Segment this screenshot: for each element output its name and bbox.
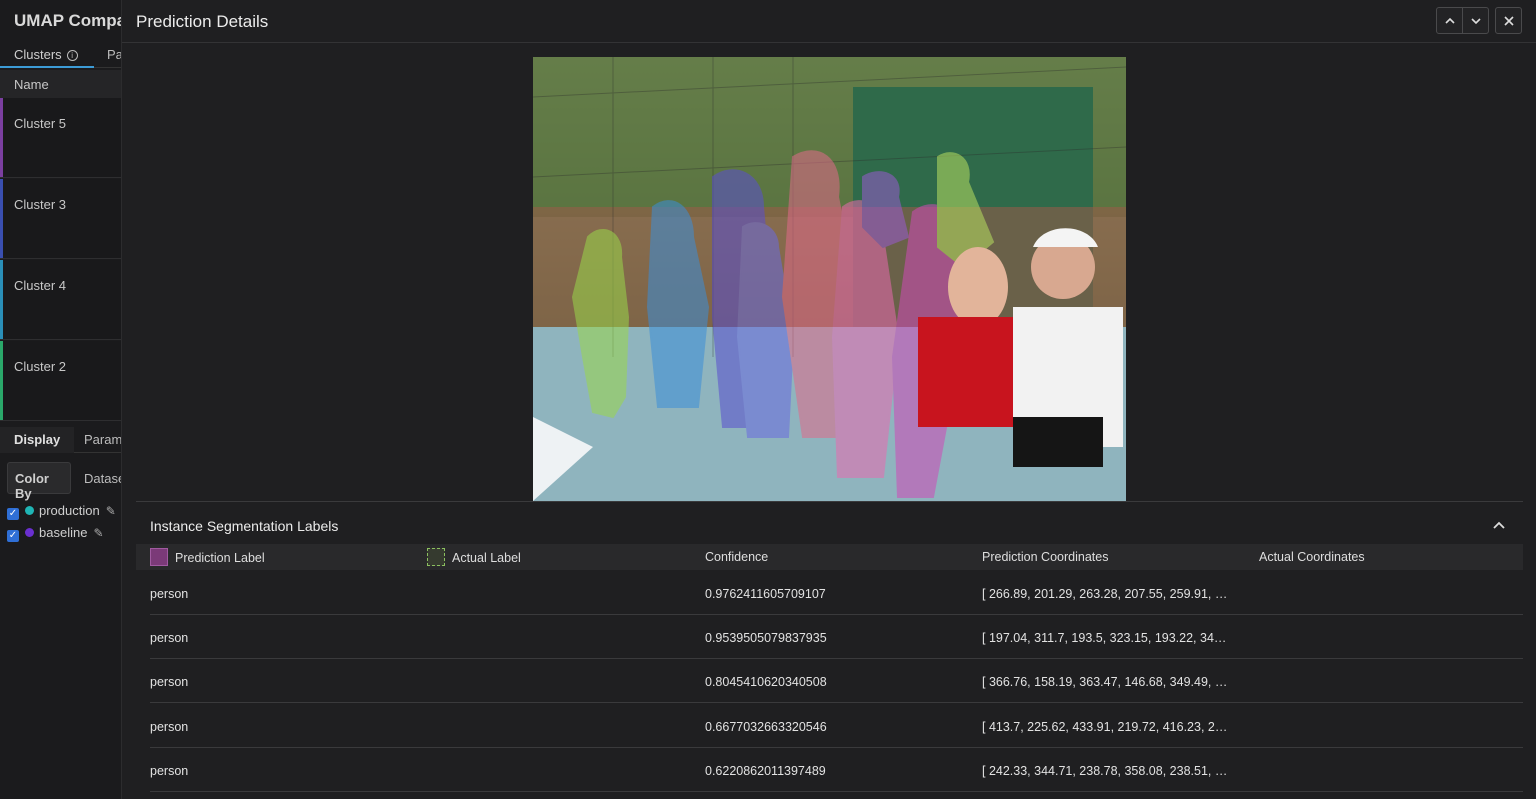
cluster-row[interactable]: Cluster 5 [0,98,121,178]
chevron-up-icon [1444,17,1455,24]
cluster-color-stripe [0,98,3,177]
cluster-color-stripe [0,260,3,339]
actual-swatch-icon [427,548,445,566]
confidence-cell: 0.9539505079837935 [705,631,827,645]
prediction-label-cell: person [150,720,189,734]
confidence-cell: 0.6220862011397489 [705,764,826,778]
prediction-label-cell: person [150,764,189,778]
header-actual-coordinates[interactable]: Actual Coordinates [1259,550,1365,564]
prediction-details-modal: Prediction Details Instance Segmentation… [121,0,1536,799]
table-row[interactable]: person 0.6677032663320546 [ 413.7, 225.6… [150,704,1523,748]
chevron-down-icon [1470,18,1481,25]
table-row[interactable]: person 0.9539505079837935 [ 197.04, 311.… [150,615,1523,659]
header-actual-label[interactable]: Actual Label [427,548,521,566]
checkbox-checked-icon[interactable]: ✓ [7,508,19,520]
name-column-header[interactable]: Name [0,70,121,98]
checkbox-checked-icon[interactable]: ✓ [7,530,19,542]
prediction-coordinates-cell: [ 366.76, 158.19, 363.47, 146.68, 349.49… [982,675,1232,689]
dataset-name: production [39,503,100,518]
table-row[interactable]: person 0.8045410620340508 [ 366.76, 158.… [150,659,1523,703]
header-text: Prediction Label [175,551,265,565]
tab-clusters[interactable]: Clusters i [0,44,94,68]
cluster-label: Cluster 4 [14,278,67,293]
display-tabs: Display Param [0,427,121,453]
labels-table-header: Prediction Label Actual Label Confidence… [136,544,1523,570]
dataset-name: baseline [39,525,88,540]
prediction-coordinates-cell: [ 266.89, 201.29, 263.28, 207.55, 259.91… [982,587,1232,601]
pencil-icon[interactable]: ✎ [106,504,116,518]
tab-clusters-label: Clusters [14,47,62,62]
dataset-color-dot [25,528,34,537]
confidence-cell: 0.6677032663320546 [705,720,827,734]
modal-header: Prediction Details [122,0,1536,43]
labels-section-title: Instance Segmentation Labels [150,518,339,534]
next-button[interactable] [1462,7,1489,34]
dataset-legend-production[interactable]: ✓ production ✎ [7,503,116,520]
header-confidence[interactable]: Confidence [705,550,768,564]
prediction-label-cell: person [150,587,189,601]
header-text: Actual Label [452,551,521,565]
tab-parameters[interactable]: Param [84,432,121,447]
confidence-cell: 0.9762411605709107 [705,587,826,601]
color-by-button[interactable]: Color By [7,462,71,501]
close-icon [1503,16,1514,26]
color-by-dataset-option[interactable]: Datase [84,471,121,486]
cluster-label: Cluster 2 [14,359,67,374]
prediction-coordinates-cell: [ 413.7, 225.62, 433.91, 219.72, 416.23,… [982,720,1232,734]
prediction-swatch-icon [150,548,168,566]
cluster-row[interactable]: Cluster 3 [0,179,121,259]
prediction-coordinates-cell: [ 242.33, 344.71, 238.78, 358.08, 238.51… [982,764,1232,778]
cluster-color-stripe [0,341,3,420]
cluster-label: Cluster 5 [14,116,67,131]
dataset-legend-baseline[interactable]: ✓ baseline ✎ [7,525,104,542]
section-divider [136,501,1523,502]
app-title: UMAP Compar [14,11,121,30]
confidence-cell: 0.8045410620340508 [705,675,827,689]
prediction-coordinates-cell: [ 197.04, 311.7, 193.5, 323.15, 193.22, … [982,631,1232,645]
left-tabs: Clusters i Pa [0,44,121,68]
tab-second[interactable]: Pa [107,47,121,62]
chevron-up-icon[interactable] [1490,516,1508,534]
previous-button[interactable] [1436,7,1463,34]
tab-display[interactable]: Display [0,427,75,453]
cluster-color-stripe [0,179,3,258]
cluster-label: Cluster 3 [14,197,67,212]
header-prediction-label[interactable]: Prediction Label [150,548,265,566]
table-row[interactable]: person 0.6220862011397489 [ 242.33, 344.… [150,748,1523,792]
close-button[interactable] [1495,7,1522,34]
prediction-label-cell: person [150,675,189,689]
left-panel: UMAP Compar Clusters i Pa Name Cluster 5 … [0,0,121,799]
header-prediction-coordinates[interactable]: Prediction Coordinates [982,550,1108,564]
table-row[interactable]: person 0.9762411605709107 [ 266.89, 201.… [150,571,1523,615]
dataset-color-dot [25,506,34,515]
segmentation-image[interactable] [533,57,1126,501]
prediction-label-cell: person [150,631,189,645]
cluster-row[interactable]: Cluster 2 [0,341,121,421]
cluster-row[interactable]: Cluster 4 [0,260,121,340]
modal-title: Prediction Details [136,12,269,31]
pencil-icon[interactable]: ✎ [93,526,103,540]
info-icon[interactable]: i [66,50,78,61]
